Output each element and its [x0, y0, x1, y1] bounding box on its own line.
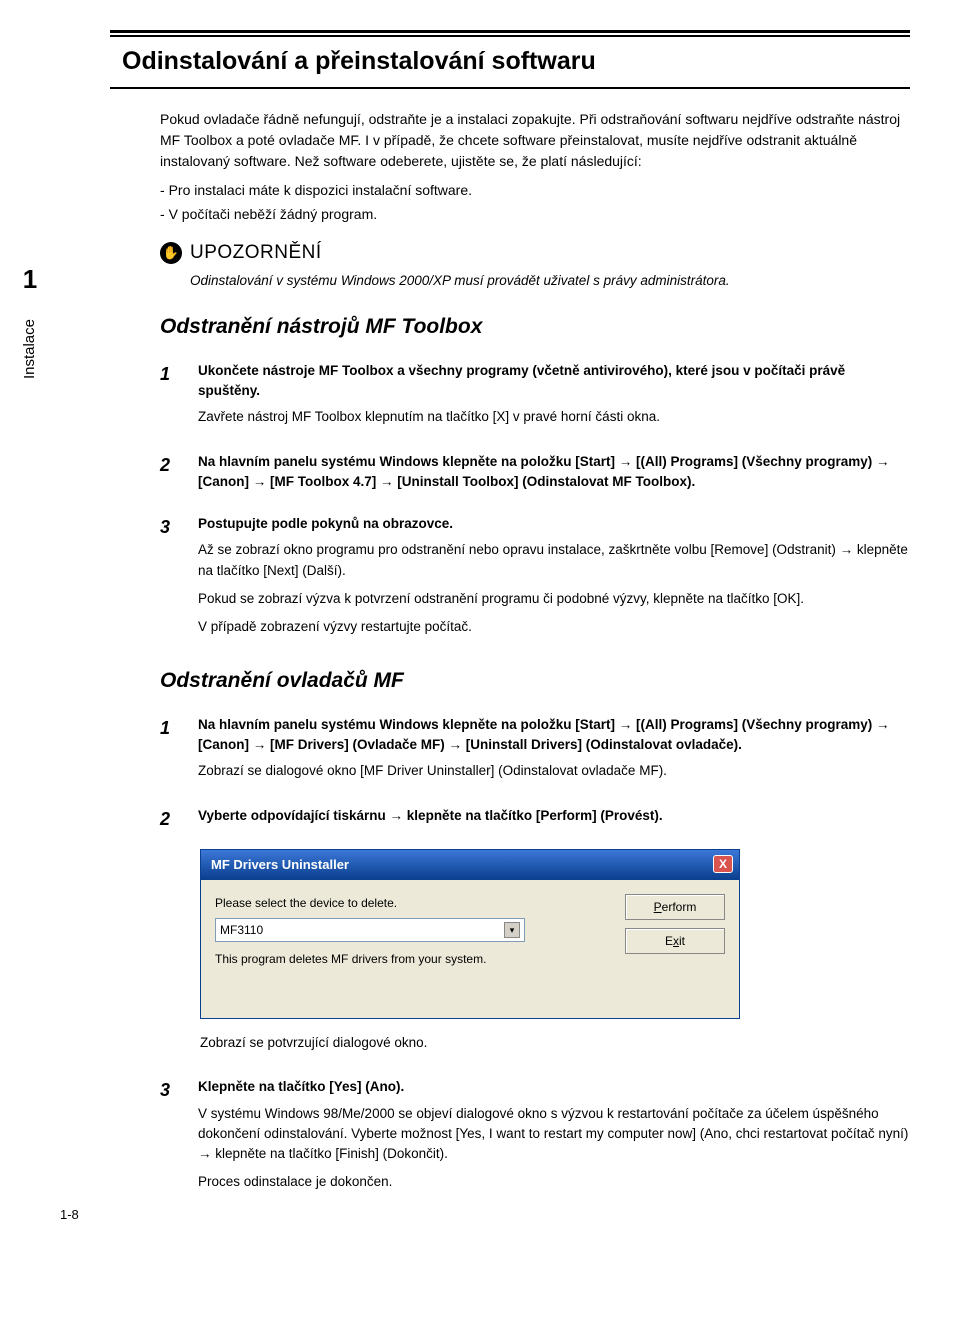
chevron-down-icon[interactable]: ▾ [504, 922, 520, 938]
exit-button[interactable]: Exit [625, 928, 725, 954]
step-number: 2 [160, 452, 180, 499]
dialog-titlebar: MF Drivers Uninstaller X [201, 850, 739, 881]
section-heading-toolbox: Odstranění nástrojů MF Toolbox [160, 311, 910, 343]
step-number: 2 [160, 806, 180, 833]
chapter-marker: 1 Instalace [0, 260, 60, 385]
section-heading-drivers: Odstranění ovladačů MF [160, 665, 910, 697]
step-para: Pokud se zobrazí výzva k potvrzení odstr… [198, 589, 910, 609]
step: 1 Ukončete nástroje MF Toolbox a všechny… [160, 361, 910, 436]
step-bold: Ukončete nástroje MF Toolbox a všechny p… [198, 361, 910, 402]
list-item: Pro instalaci máte k dispozici instalačn… [160, 180, 910, 201]
step-bold: Na hlavním panelu systému Windows klepně… [198, 715, 910, 756]
warning-label: UPOZORNĚNÍ [190, 239, 322, 268]
prereq-list: Pro instalaci máte k dispozici instalačn… [160, 180, 910, 225]
step-para: Zavřete nástroj MF Toolbox klepnutím na … [198, 407, 910, 427]
step: 3 Postupujte podle pokynů na obrazovce. … [160, 514, 910, 645]
selected-device: MF3110 [220, 921, 263, 939]
hand-stop-icon: ✋ [160, 242, 182, 264]
intro-text: Pokud ovladače řádně nefungují, odstraňt… [160, 109, 910, 172]
step: 2 Vyberte odpovídající tiskárnu → klepně… [160, 806, 910, 833]
device-select[interactable]: MF3110 ▾ [215, 918, 525, 942]
step-bold: Postupujte podle pokynů na obrazovce. [198, 514, 910, 534]
dialog-note: This program deletes MF drivers from you… [215, 950, 611, 968]
close-icon[interactable]: X [713, 855, 733, 873]
chapter-label: Instalace [19, 319, 42, 379]
uninstaller-dialog: MF Drivers Uninstaller X Please select t… [200, 849, 740, 1020]
warning-row: ✋ UPOZORNĚNÍ [160, 239, 910, 268]
dialog-prompt: Please select the device to delete. [215, 894, 611, 912]
step-bold: Vyberte odpovídající tiskárnu → klepněte… [198, 806, 910, 826]
step-para: Zobrazí se dialogové okno [MF Driver Uni… [198, 761, 910, 781]
page-number: 1-8 [60, 1205, 79, 1225]
step: 2 Na hlavním panelu systému Windows klep… [160, 452, 910, 499]
step-number: 3 [160, 1077, 180, 1200]
after-dialog-text: Zobrazí se potvrzující dialogové okno. [200, 1033, 910, 1053]
step-bold: Na hlavním panelu systému Windows klepně… [198, 452, 910, 493]
step-para: Až se zobrazí okno programu pro odstraně… [198, 540, 910, 581]
page-title: Odinstalování a přeinstalování softwaru [122, 43, 898, 81]
perform-button[interactable]: Perform [625, 894, 725, 920]
list-item: V počítači neběží žádný program. [160, 204, 910, 225]
warning-text: Odinstalování v systému Windows 2000/XP … [190, 271, 910, 291]
page-title-box: Odinstalování a přeinstalování softwaru [110, 35, 910, 89]
step-bold: Klepněte na tlačítko [Yes] (Ano). [198, 1077, 910, 1097]
dialog-title: MF Drivers Uninstaller [211, 855, 349, 875]
step: 1 Na hlavním panelu systému Windows klep… [160, 715, 910, 790]
step: 3 Klepněte na tlačítko [Yes] (Ano). V sy… [160, 1077, 910, 1200]
step-number: 1 [160, 715, 180, 790]
step-para: V případě zobrazení výzvy restartujte po… [198, 617, 910, 637]
step-para: Proces odinstalace je dokončen. [198, 1172, 910, 1192]
step: Zobrazí se potvrzující dialogové okno. [200, 1033, 910, 1061]
step-para: V systému Windows 98/Me/2000 se objeví d… [198, 1104, 910, 1165]
step-number: 3 [160, 514, 180, 645]
step-number: 1 [160, 361, 180, 436]
chapter-number: 1 [0, 260, 60, 299]
